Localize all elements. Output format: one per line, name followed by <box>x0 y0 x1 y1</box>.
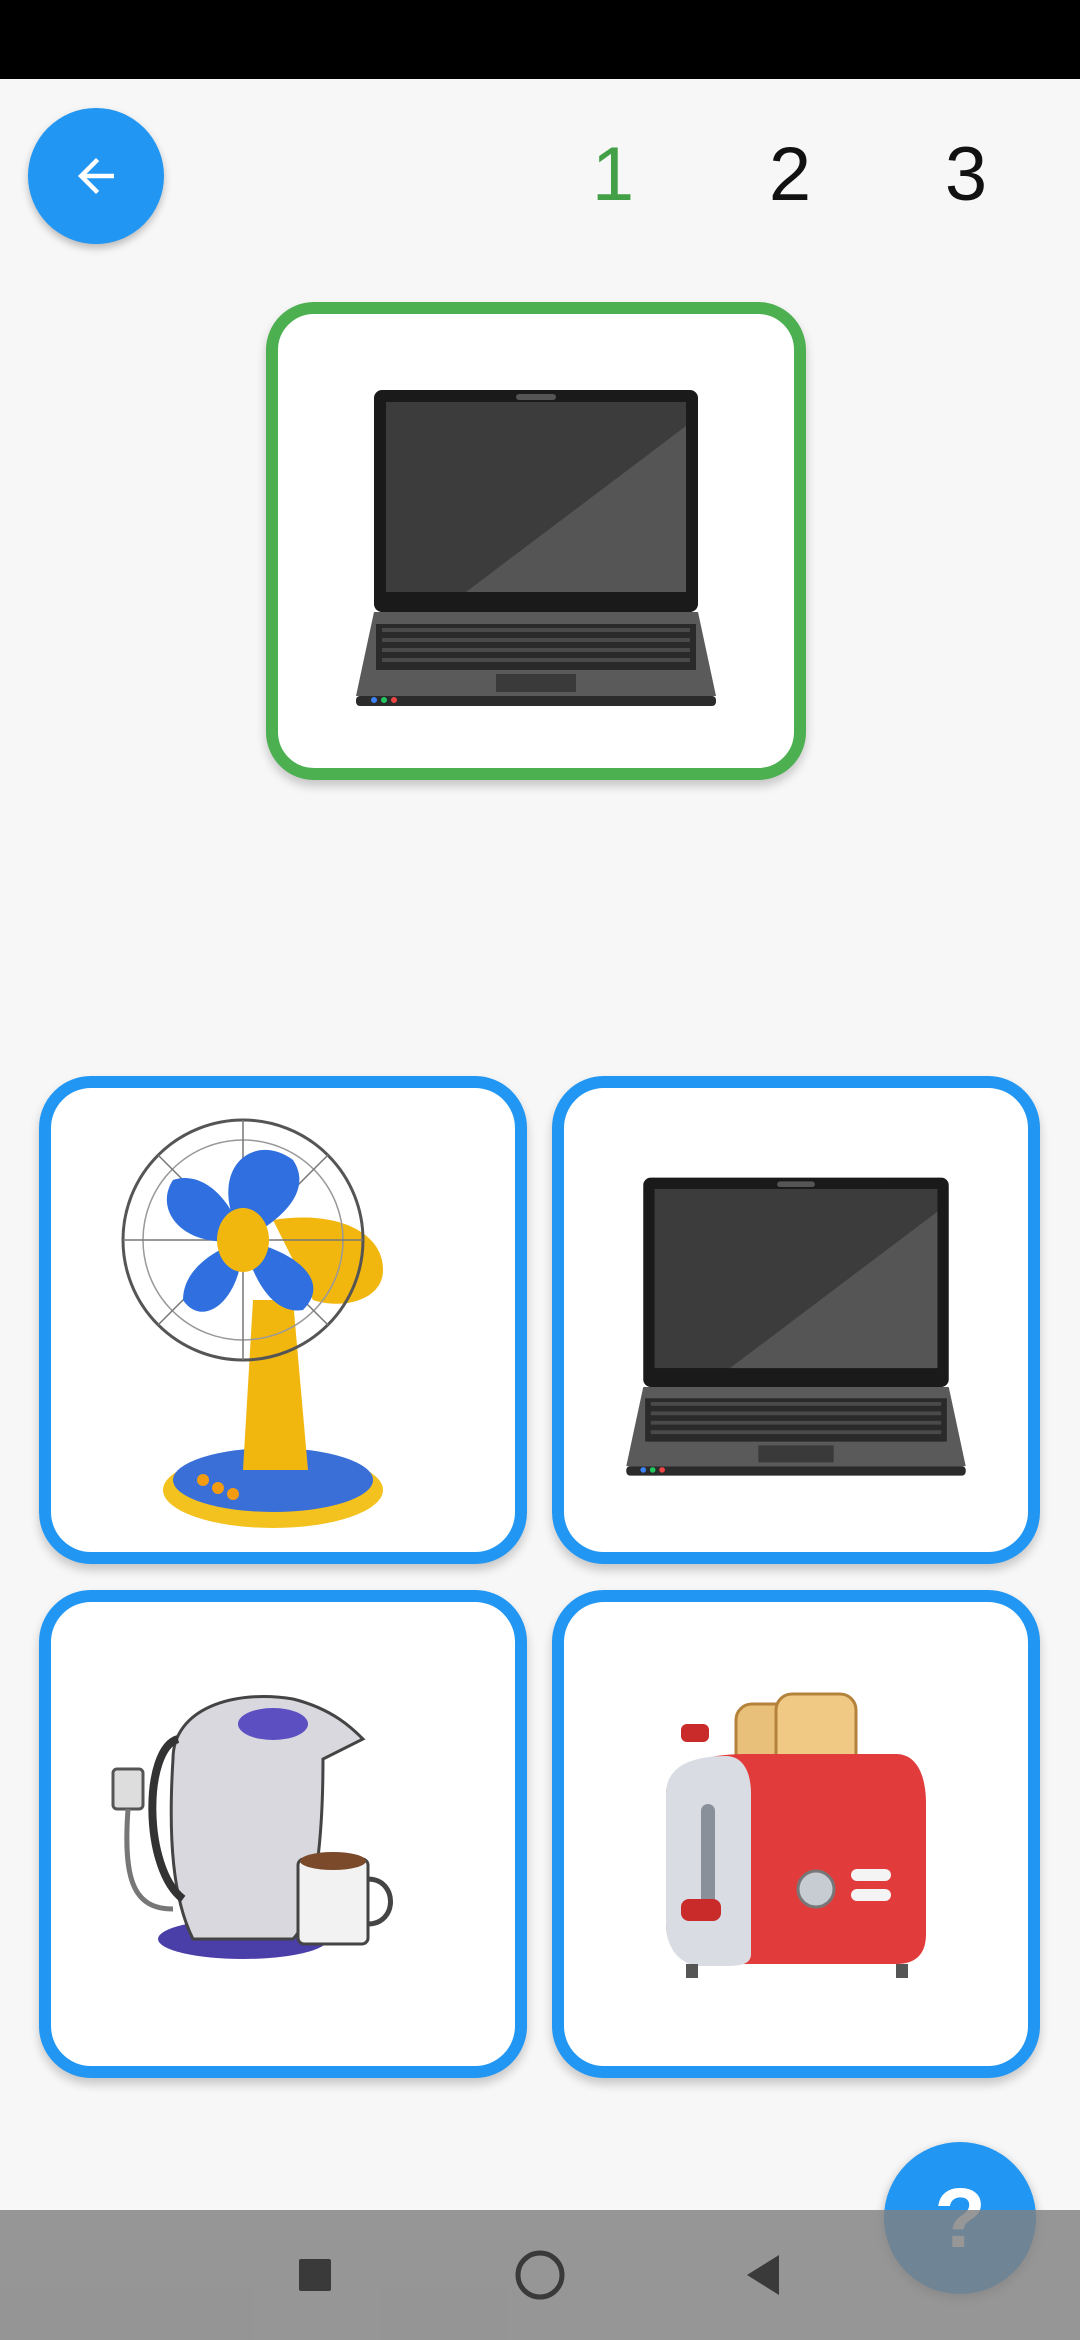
laptop-image <box>626 1177 966 1476</box>
step-indicator: 1 2 3 <box>0 130 1080 220</box>
option-card-kettle[interactable] <box>39 1590 527 2078</box>
step-3: 3 <box>944 132 988 217</box>
fan-image <box>121 1118 383 1528</box>
laptop-image <box>356 390 716 706</box>
target-card <box>266 302 806 780</box>
option-card-toaster[interactable] <box>552 1590 1040 2078</box>
recents-square-icon <box>299 2259 331 2291</box>
kettle-image <box>111 1695 393 1959</box>
toaster-image <box>666 1692 926 1978</box>
home-button[interactable] <box>505 2240 575 2310</box>
step-1: 1 <box>591 132 635 217</box>
home-circle-icon <box>515 2250 565 2300</box>
recents-button[interactable] <box>280 2240 350 2310</box>
system-back-button[interactable] <box>728 2240 798 2310</box>
system-nav-bar <box>0 2210 1080 2340</box>
step-2: 2 <box>768 132 812 217</box>
status-bar <box>0 0 1080 79</box>
back-triangle-icon <box>747 2255 779 2295</box>
option-card-fan[interactable] <box>39 1076 527 1564</box>
option-card-laptop[interactable] <box>552 1076 1040 1564</box>
